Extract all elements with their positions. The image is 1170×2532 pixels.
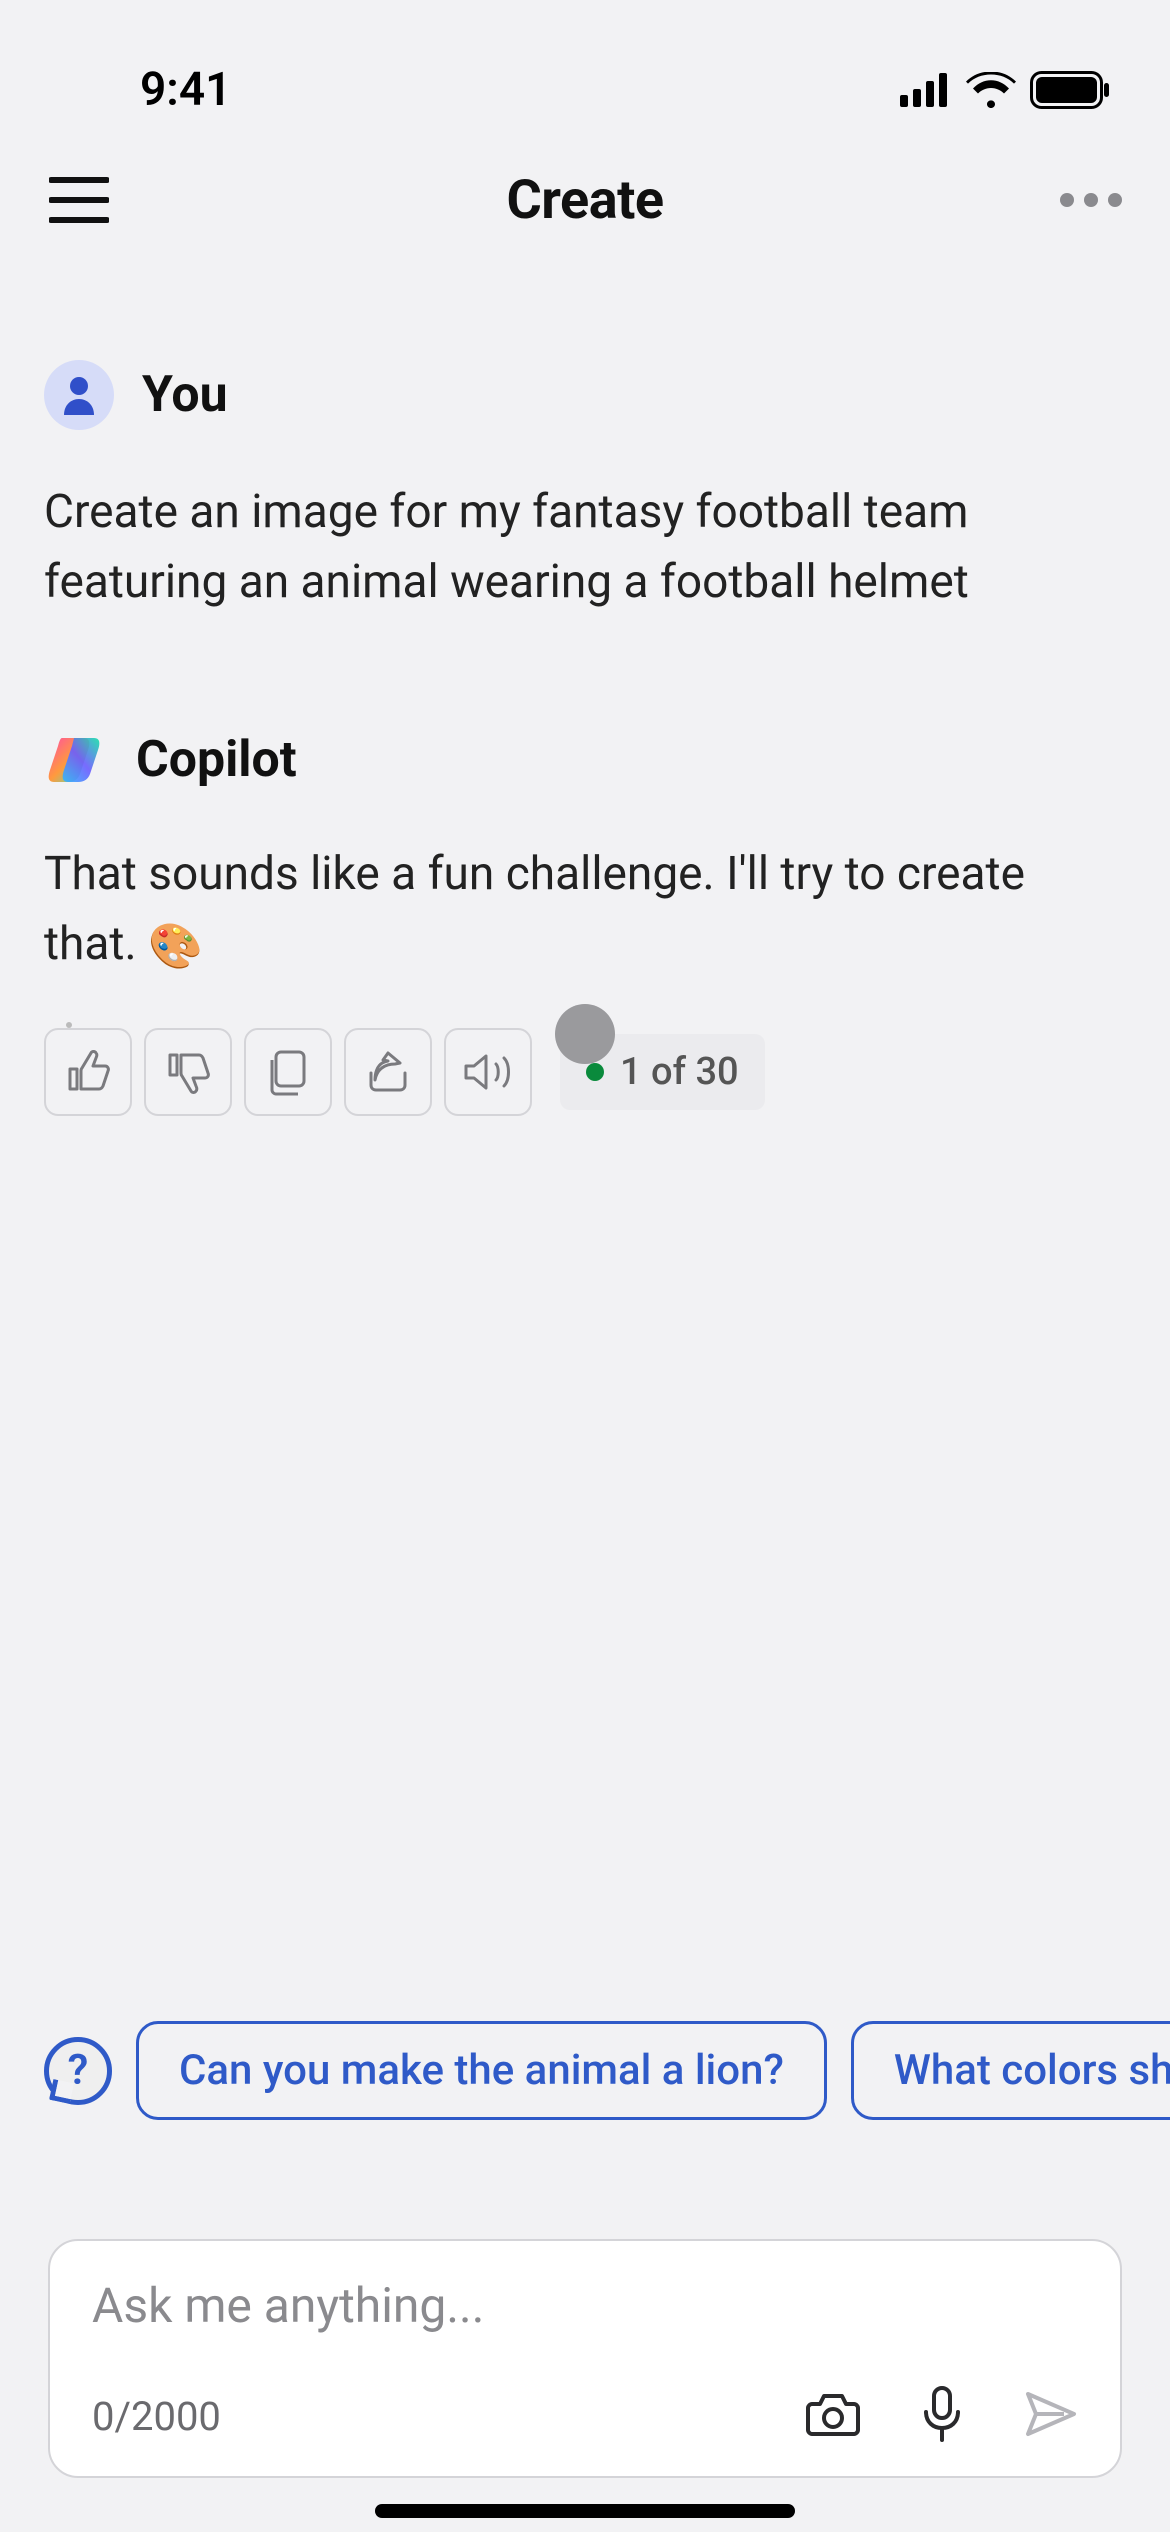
home-indicator (375, 2504, 795, 2518)
copy-icon (266, 1048, 310, 1096)
page-title: Create (506, 169, 663, 232)
status-right (900, 71, 1110, 109)
ellipsis-icon (1060, 193, 1122, 207)
nav-bar: Create (0, 140, 1170, 260)
counter-text: 1 of 30 (620, 1050, 739, 1094)
suggestion-pill[interactable]: Can you make the animal a lion? (136, 2021, 827, 2120)
response-counter: 1 of 30 (560, 1034, 765, 1110)
send-button[interactable] (1024, 2390, 1078, 2442)
hamburger-icon (49, 176, 109, 224)
question-icon: ? (68, 2046, 89, 2095)
more-options-button[interactable] (1056, 165, 1126, 235)
copilot-sender-label: Copilot (136, 731, 297, 789)
copilot-avatar (44, 728, 108, 792)
battery-icon (1030, 71, 1110, 109)
composer: 0/2000 (48, 2239, 1122, 2478)
thumbs-up-icon (65, 1049, 111, 1095)
message-input[interactable] (92, 2277, 1078, 2334)
thumbs-down-icon (165, 1049, 211, 1095)
status-dot-icon (586, 1063, 604, 1081)
send-icon (1024, 2390, 1078, 2442)
copilot-message-body: That sounds like a fun challenge. I'll t… (44, 840, 1126, 980)
read-aloud-button[interactable] (444, 1028, 532, 1116)
camera-button[interactable] (806, 2390, 860, 2442)
cellular-signal-icon (900, 73, 952, 107)
suggestions-help-button[interactable]: ? (44, 2037, 112, 2105)
wifi-icon (966, 72, 1016, 108)
copy-button[interactable] (244, 1028, 332, 1116)
camera-icon (806, 2390, 860, 2442)
char-count: 0/2000 (92, 2393, 221, 2440)
bullet-icon (66, 1022, 72, 1028)
suggestion-pill[interactable]: What colors sh (851, 2021, 1170, 2120)
suggestions-row: ? Can you make the animal a lion? What c… (44, 2021, 1170, 2120)
microphone-icon (922, 2386, 962, 2446)
speaker-icon (462, 1050, 514, 1094)
share-icon (365, 1049, 411, 1095)
microphone-button[interactable] (922, 2386, 962, 2446)
thumbs-up-button[interactable] (44, 1028, 132, 1116)
thumbs-down-button[interactable] (144, 1028, 232, 1116)
user-sender-label: You (142, 366, 228, 424)
message-actions: 1 of 30 (44, 1028, 1126, 1116)
user-message-body: Create an image for my fantasy football … (44, 478, 1126, 618)
conversation: You Create an image for my fantasy footb… (0, 260, 1170, 1116)
share-button[interactable] (344, 1028, 432, 1116)
copilot-message: Copilot That sounds like a fun challenge… (44, 728, 1126, 1116)
status-bar: 9:41 (0, 0, 1170, 140)
menu-button[interactable] (44, 165, 114, 235)
user-avatar (44, 360, 114, 430)
status-time: 9:41 (140, 63, 231, 117)
user-message: You Create an image for my fantasy footb… (44, 360, 1126, 618)
palette-emoji: 🎨 (148, 920, 203, 972)
